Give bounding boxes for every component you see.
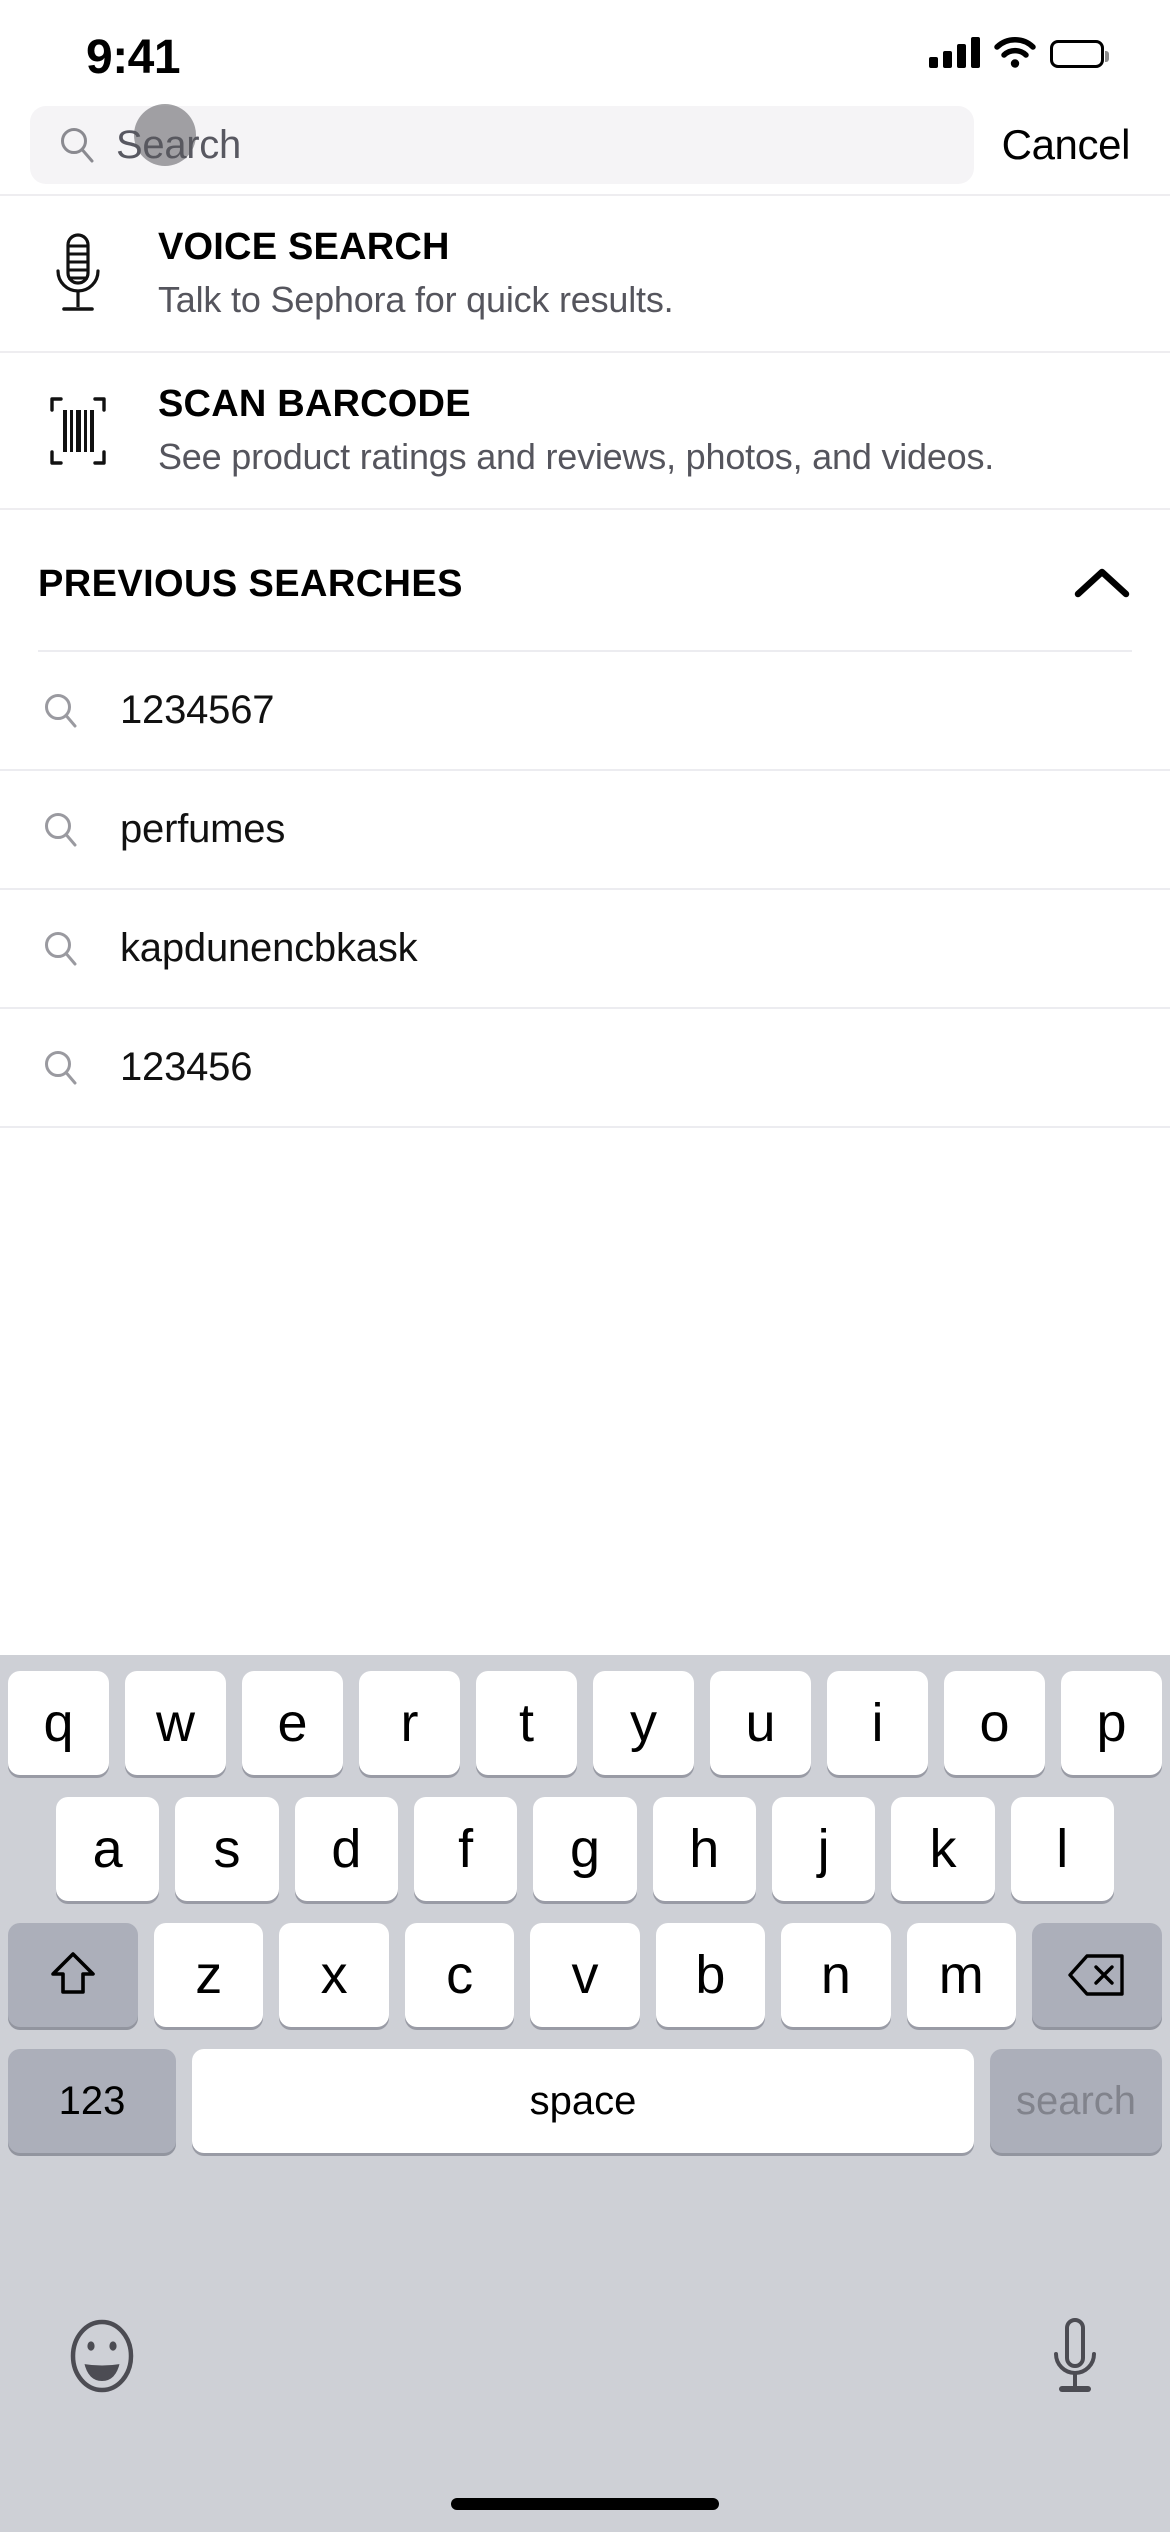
home-indicator [451, 2498, 719, 2510]
key-b[interactable]: b [655, 1923, 766, 2027]
status-indicators [929, 28, 1109, 68]
search-header: Search Cancel [0, 96, 1170, 194]
list-item[interactable]: 1234567 [0, 652, 1170, 769]
key-d[interactable]: d [294, 1797, 398, 1901]
shift-up-arrow-icon[interactable] [8, 1923, 139, 2027]
keyboard-row-2: a s d f g h j k l [0, 1797, 1170, 1901]
key-n[interactable]: n [781, 1923, 891, 2027]
phone-screen: 9:41 Search Cancel VOICE SEARCH Talk to … [0, 0, 1170, 2532]
keyboard-row-1: q w e r t y u i o p [0, 1671, 1170, 1775]
key-v[interactable]: v [530, 1923, 640, 2027]
voice-search-row[interactable]: VOICE SEARCH Talk to Sephora for quick r… [0, 196, 1170, 351]
search-input[interactable]: Search [30, 106, 974, 184]
scan-barcode-subtitle: See product ratings and reviews, photos,… [158, 436, 995, 477]
key-o[interactable]: o [944, 1671, 1045, 1775]
voice-search-text: VOICE SEARCH Talk to Sephora for quick r… [158, 226, 674, 321]
voice-search-title: VOICE SEARCH [158, 226, 450, 268]
key-p[interactable]: p [1061, 1671, 1162, 1775]
barcode-scan-icon [42, 388, 114, 474]
key-i[interactable]: i [827, 1671, 928, 1775]
keyboard-row-3: z x c v b n m [0, 1923, 1170, 2027]
key-q[interactable]: q [8, 1671, 109, 1775]
key-k[interactable]: k [891, 1797, 995, 1901]
list-item-label: 123456 [120, 1045, 253, 1089]
key-c[interactable]: c [404, 1923, 515, 2027]
key-z[interactable]: z [154, 1923, 264, 2027]
list-item[interactable]: 123456 [0, 1009, 1170, 1126]
scan-barcode-title: SCAN BARCODE [158, 383, 471, 425]
chevron-up-icon[interactable] [1072, 562, 1132, 606]
onscreen-keyboard: q w e r t y u i o p a s d f g h j k l z … [0, 1655, 1170, 2532]
scan-barcode-row[interactable]: SCAN BARCODE See product ratings and rev… [0, 353, 1170, 508]
scan-barcode-text: SCAN BARCODE See product ratings and rev… [158, 383, 994, 478]
keyboard-row-4: 123 space search [0, 2049, 1170, 2153]
key-m[interactable]: m [906, 1923, 1016, 2027]
key-u[interactable]: u [710, 1671, 811, 1775]
search-icon [42, 930, 80, 968]
emoji-smiley-icon[interactable] [66, 2317, 138, 2395]
content-spacer [0, 1128, 1170, 1655]
numbers-key[interactable]: 123 [8, 2049, 176, 2153]
list-item[interactable]: kapdunencbkask [0, 890, 1170, 1007]
space-key[interactable]: space [192, 2049, 974, 2153]
key-w[interactable]: w [125, 1671, 226, 1775]
voice-search-subtitle: Talk to Sephora for quick results. [158, 279, 674, 320]
search-icon [58, 126, 96, 164]
search-return-key[interactable]: search [990, 2049, 1162, 2153]
previous-searches-header[interactable]: PREVIOUS SEARCHES [0, 510, 1170, 650]
key-x[interactable]: x [279, 1923, 389, 2027]
key-l[interactable]: l [1010, 1797, 1114, 1901]
key-f[interactable]: f [414, 1797, 518, 1901]
search-placeholder-text: Search [116, 122, 241, 167]
key-y[interactable]: y [593, 1671, 694, 1775]
status-bar: 9:41 [0, 0, 1170, 96]
list-item-label: perfumes [120, 807, 286, 851]
key-r[interactable]: r [359, 1671, 460, 1775]
search-icon [42, 811, 80, 849]
list-item-label: kapdunencbkask [120, 926, 418, 970]
microphone-icon [42, 231, 114, 317]
cellular-signal-icon [929, 36, 980, 68]
search-icon [42, 692, 80, 730]
cancel-button[interactable]: Cancel [974, 121, 1140, 169]
search-icon [42, 1049, 80, 1087]
keyboard-bottom-bar [0, 2153, 1170, 2532]
key-e[interactable]: e [242, 1671, 343, 1775]
key-t[interactable]: t [476, 1671, 577, 1775]
status-time: 9:41 [86, 30, 181, 84]
backspace-delete-icon[interactable] [1031, 1923, 1162, 2027]
dictation-microphone-icon[interactable] [1046, 2316, 1104, 2396]
key-g[interactable]: g [533, 1797, 637, 1901]
key-j[interactable]: j [771, 1797, 876, 1901]
battery-full-icon [1050, 40, 1109, 68]
key-s[interactable]: s [175, 1797, 279, 1901]
list-item-label: 1234567 [120, 688, 275, 732]
wifi-icon [994, 36, 1036, 68]
key-a[interactable]: a [56, 1797, 160, 1901]
key-h[interactable]: h [652, 1797, 756, 1901]
previous-searches-title: PREVIOUS SEARCHES [38, 562, 463, 605]
list-item[interactable]: perfumes [0, 771, 1170, 888]
